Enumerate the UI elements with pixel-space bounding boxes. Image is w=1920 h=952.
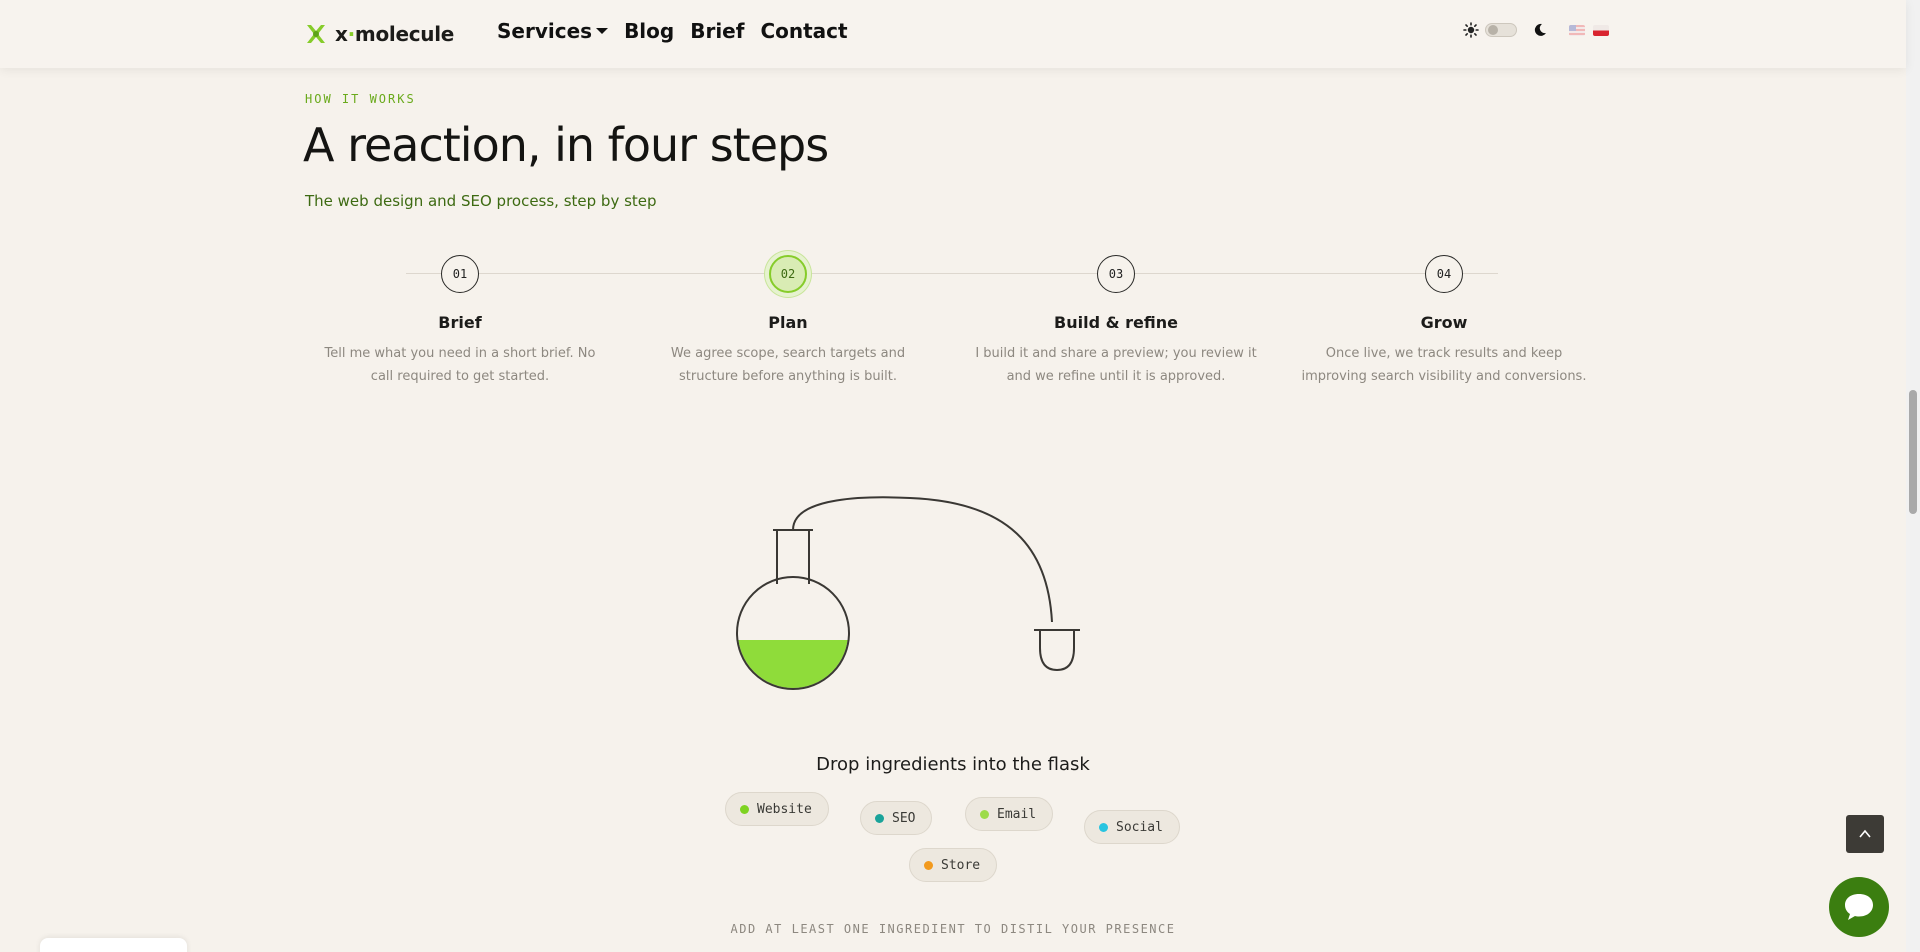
distillation-illustration [736,496,1080,690]
ingredient-dot [980,809,989,819]
step-title: Plan [768,313,808,332]
ingredient-chip-seo[interactable]: SEO [860,801,933,835]
sun-icon [1463,22,1479,38]
step-number-active: 02 [769,255,807,293]
step-number: 04 [1425,255,1463,293]
ingredient-label: SEO [892,810,916,826]
toggle-knob [1488,25,1498,35]
step-plan[interactable]: 02 Plan We agree scope, search targets a… [638,254,938,388]
ingredient-label: Social [1116,819,1163,835]
step-brief[interactable]: 01 Brief Tell me what you need in a shor… [310,254,610,388]
logo[interactable]: x·molecule [305,22,454,46]
nav-contact[interactable]: Contact [760,19,847,43]
step-description: Once live, we track results and keep imp… [1301,346,1587,384]
molecule-x-icon [307,25,325,43]
back-to-top-button[interactable] [1846,815,1884,853]
chat-button[interactable] [1829,877,1889,937]
nav-blog[interactable]: Blog [624,19,674,43]
flag-us-icon[interactable] [1569,24,1585,36]
ingredient-dot [924,860,933,870]
flag-pl-icon[interactable] [1593,24,1609,36]
collector-vessel [1039,630,1075,672]
ingredient-dot [740,804,749,814]
ingredient-label: Store [941,857,981,873]
ingredient-chip-store[interactable]: Store [909,848,998,882]
step-title: Grow [1420,313,1468,332]
header-controls [1463,22,1609,38]
ingredient-chip-email[interactable]: Email [965,797,1054,831]
flask-neck-gap [779,580,807,588]
ingredient-dot [875,813,884,823]
main-nav: Services Blog Brief Contact [497,19,848,43]
nav-services[interactable]: Services [497,19,609,43]
ingredient-chip-social[interactable]: Social [1084,810,1180,844]
nav-brief[interactable]: Brief [690,19,744,43]
step-grow[interactable]: 04 Grow Once live, we track results and … [1294,254,1594,388]
step-description: Tell me what you need in a short brief. … [324,346,596,384]
step-description: We agree scope, search targets and struc… [670,346,906,384]
ingredient-chip-website[interactable]: Website [725,792,829,826]
cookie-widget[interactable] [40,938,187,952]
caret-down-icon [596,28,609,34]
moon-icon [1534,23,1546,36]
chat-bubble-icon [1845,894,1873,920]
ingredient-label: Website [757,801,812,817]
flask-neck [776,530,810,584]
step-number: 03 [1097,255,1135,293]
step-title: Build & refine [1054,313,1178,332]
scrollbar-thumb[interactable] [1909,390,1917,514]
section-title: A reaction, in four steps [303,118,829,172]
step-description: I build it and share a preview; you revi… [975,346,1257,384]
theme-toggle[interactable] [1485,23,1517,37]
ingredient-dot [1099,822,1108,832]
ingredient-label: Email [997,806,1037,822]
chevron-up-icon [1859,829,1871,838]
step-number: 01 [441,255,479,293]
reactor-title: Drop ingredients into the flask [816,754,1090,775]
condenser-tube [792,496,1053,623]
step-build-refine[interactable]: 03 Build & refine I build it and share a… [966,254,1266,388]
step-title: Brief [438,313,482,332]
logo-text: x·molecule [335,22,455,46]
section-eyebrow: HOW IT WORKS [305,92,416,106]
site-header: x·molecule Services Blog Brief Contact [0,0,1906,68]
reactor-hint: ADD AT LEAST ONE INGREDIENT TO DISTIL YO… [730,922,1176,936]
section-subtitle: The web design and SEO process, step by … [305,192,657,210]
